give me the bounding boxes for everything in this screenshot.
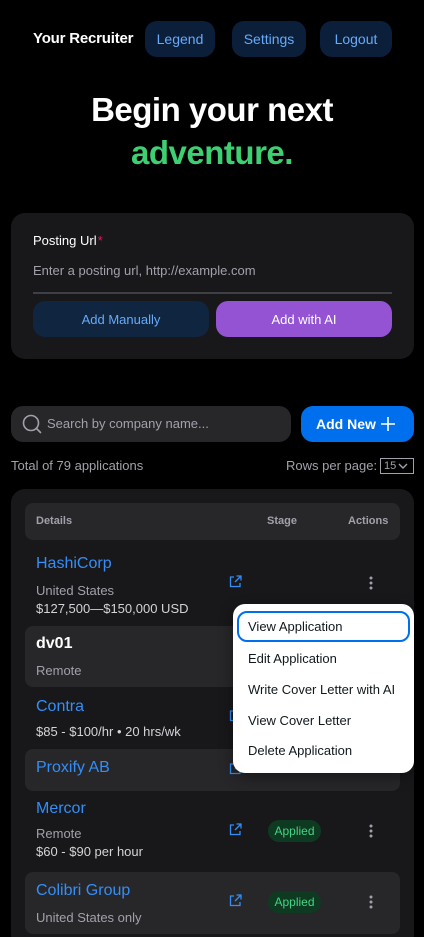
kebab-menu-icon[interactable] bbox=[369, 576, 373, 595]
plus-icon bbox=[380, 416, 396, 434]
kebab-menu-icon[interactable] bbox=[369, 895, 373, 914]
hero-line-2: adventure. bbox=[131, 134, 293, 171]
status-badge: Applied bbox=[268, 891, 321, 913]
add-new-button[interactable]: Add New bbox=[301, 406, 414, 442]
top-nav: Your Recruiter Legend Settings Logout bbox=[0, 21, 424, 57]
external-link-icon[interactable] bbox=[229, 823, 242, 841]
table-header: Details Stage Actions bbox=[25, 503, 400, 540]
company-name[interactable]: Colibri Group bbox=[36, 882, 130, 900]
row-detail: $85 - $100/hr • 20 hrs/wk bbox=[36, 724, 181, 739]
kebab-menu-icon[interactable] bbox=[369, 824, 373, 843]
actions-dropdown-menu: View Application Edit Application Write … bbox=[233, 604, 414, 773]
chevron-down-icon bbox=[398, 463, 408, 469]
header-details: Details bbox=[36, 515, 73, 527]
company-name[interactable]: dv01 bbox=[36, 635, 72, 653]
row-salary: $127,500—$150,000 USD bbox=[36, 601, 189, 616]
menu-item-edit-application[interactable]: Edit Application bbox=[237, 643, 410, 674]
header-actions: Actions bbox=[348, 515, 389, 527]
posting-url-input[interactable]: Enter a posting url, http://example.com bbox=[33, 263, 392, 278]
posting-url-card: Posting Url* Enter a posting url, http:/… bbox=[11, 213, 414, 359]
required-mark: * bbox=[97, 233, 103, 248]
company-name[interactable]: HashiCorp bbox=[36, 555, 112, 573]
external-link-icon[interactable] bbox=[229, 575, 242, 593]
search-icon bbox=[22, 414, 42, 439]
rows-per-page-label: Rows per page: bbox=[286, 458, 378, 473]
add-with-ai-button[interactable]: Add with AI bbox=[216, 301, 392, 337]
search-placeholder: Search by company name... bbox=[47, 416, 209, 431]
add-new-label: Add New bbox=[316, 416, 376, 432]
menu-item-write-cover-letter-ai[interactable]: Write Cover Letter with AI bbox=[237, 674, 410, 705]
posting-url-label: Posting Url* bbox=[33, 233, 103, 248]
company-name[interactable]: Mercor bbox=[36, 800, 86, 818]
brand-title[interactable]: Your Recruiter bbox=[33, 30, 133, 47]
total-applications: Total of 79 applications bbox=[11, 458, 144, 473]
status-badge: Applied bbox=[268, 820, 321, 842]
row-detail: United States only bbox=[36, 910, 142, 925]
logout-button[interactable]: Logout bbox=[320, 21, 392, 57]
header-stage: Stage bbox=[267, 515, 297, 527]
menu-item-delete-application[interactable]: Delete Application bbox=[237, 735, 410, 766]
legend-button[interactable]: Legend bbox=[145, 21, 215, 57]
menu-item-view-application[interactable]: View Application bbox=[237, 611, 410, 642]
input-underline bbox=[33, 292, 392, 294]
settings-button[interactable]: Settings bbox=[232, 21, 306, 57]
row-salary: $60 - $90 per hour bbox=[36, 844, 143, 859]
table-row[interactable]: Mercor Remote $60 - $90 per hour Applied bbox=[25, 800, 400, 870]
row-detail: Remote bbox=[36, 826, 82, 841]
hero-line-1: Begin your next bbox=[91, 91, 333, 128]
rows-per-page-select[interactable]: 15 bbox=[380, 458, 414, 474]
company-name[interactable]: Contra bbox=[36, 698, 84, 716]
menu-item-view-cover-letter[interactable]: View Cover Letter bbox=[237, 705, 410, 736]
row-detail: United States bbox=[36, 583, 115, 598]
hero-heading: Begin your next adventure. bbox=[0, 88, 424, 174]
row-detail: Remote bbox=[36, 663, 82, 678]
external-link-icon[interactable] bbox=[229, 894, 242, 912]
table-row[interactable]: Colibri Group United States only Applied bbox=[25, 872, 400, 934]
company-name[interactable]: Proxify AB bbox=[36, 759, 110, 777]
rows-per-page-value: 15 bbox=[384, 460, 397, 472]
search-input[interactable]: Search by company name... bbox=[11, 406, 291, 442]
add-manually-button[interactable]: Add Manually bbox=[33, 301, 209, 337]
posting-url-label-text: Posting Url bbox=[33, 233, 97, 248]
